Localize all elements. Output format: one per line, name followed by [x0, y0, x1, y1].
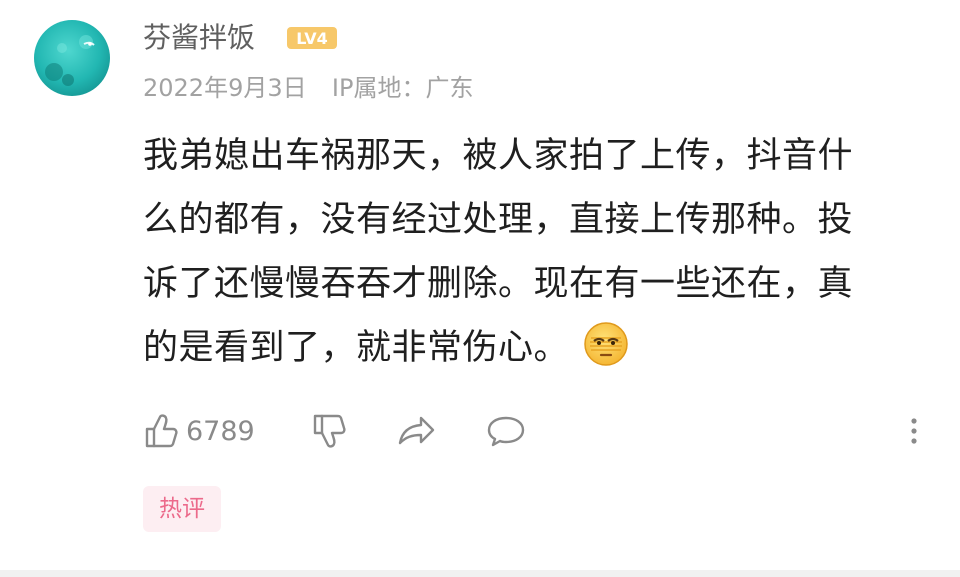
- reply-button[interactable]: [484, 408, 528, 454]
- comment-text-line: 么的都有，没有经过处理，直接上传那种。投: [143, 200, 854, 240]
- thumbs-up-icon: [145, 414, 178, 448]
- dislike-button[interactable]: [308, 408, 350, 454]
- share-button[interactable]: [395, 408, 439, 454]
- like-button[interactable]: 6789: [140, 408, 255, 454]
- comment-bubble-icon: [487, 416, 525, 447]
- more-options-button[interactable]: [904, 408, 924, 454]
- user-avatar[interactable]: [34, 20, 110, 96]
- comment-text: 我弟媳出车祸那天，被人家拍了上传，抖音什 么的都有，没有经过处理，直接上传那种。…: [143, 124, 903, 380]
- comment-text-last-line: 的是看到了，就非常伤心。: [143, 316, 903, 380]
- sleepy-face-emoji-icon: [584, 322, 628, 366]
- hot-comment-tag: 热评: [143, 486, 221, 532]
- more-vertical-icon: [911, 418, 917, 444]
- avatar-image: [34, 20, 110, 96]
- username[interactable]: 芬酱拌饭: [143, 18, 255, 58]
- ip-location: IP属地：广东: [331, 74, 474, 102]
- like-count: 6789: [186, 415, 255, 447]
- share-arrow-icon: [398, 416, 435, 445]
- comment-text-line: 我弟媳出车祸那天，被人家拍了上传，抖音什: [143, 136, 854, 176]
- level-badge-label: LV4: [296, 29, 328, 48]
- comment-text-line: 诉了还慢慢吞吞才删除。现在有一些还在，真: [143, 264, 854, 304]
- comment-card: 芬酱拌饭 LV4 2022年9月3日 IP属地：广东 我弟媳出车祸那天，被人家拍…: [0, 0, 960, 570]
- comment-date: 2022年9月3日: [143, 74, 307, 102]
- comment-actions: 6789: [140, 408, 930, 454]
- comment-meta: 2022年9月3日 IP属地：广东: [143, 70, 473, 106]
- comment-text-line: 的是看到了，就非常伤心。: [143, 328, 570, 368]
- level-badge-icon: LV4: [287, 27, 337, 49]
- thumbs-down-icon: [313, 414, 346, 448]
- bottom-divider: [0, 570, 960, 577]
